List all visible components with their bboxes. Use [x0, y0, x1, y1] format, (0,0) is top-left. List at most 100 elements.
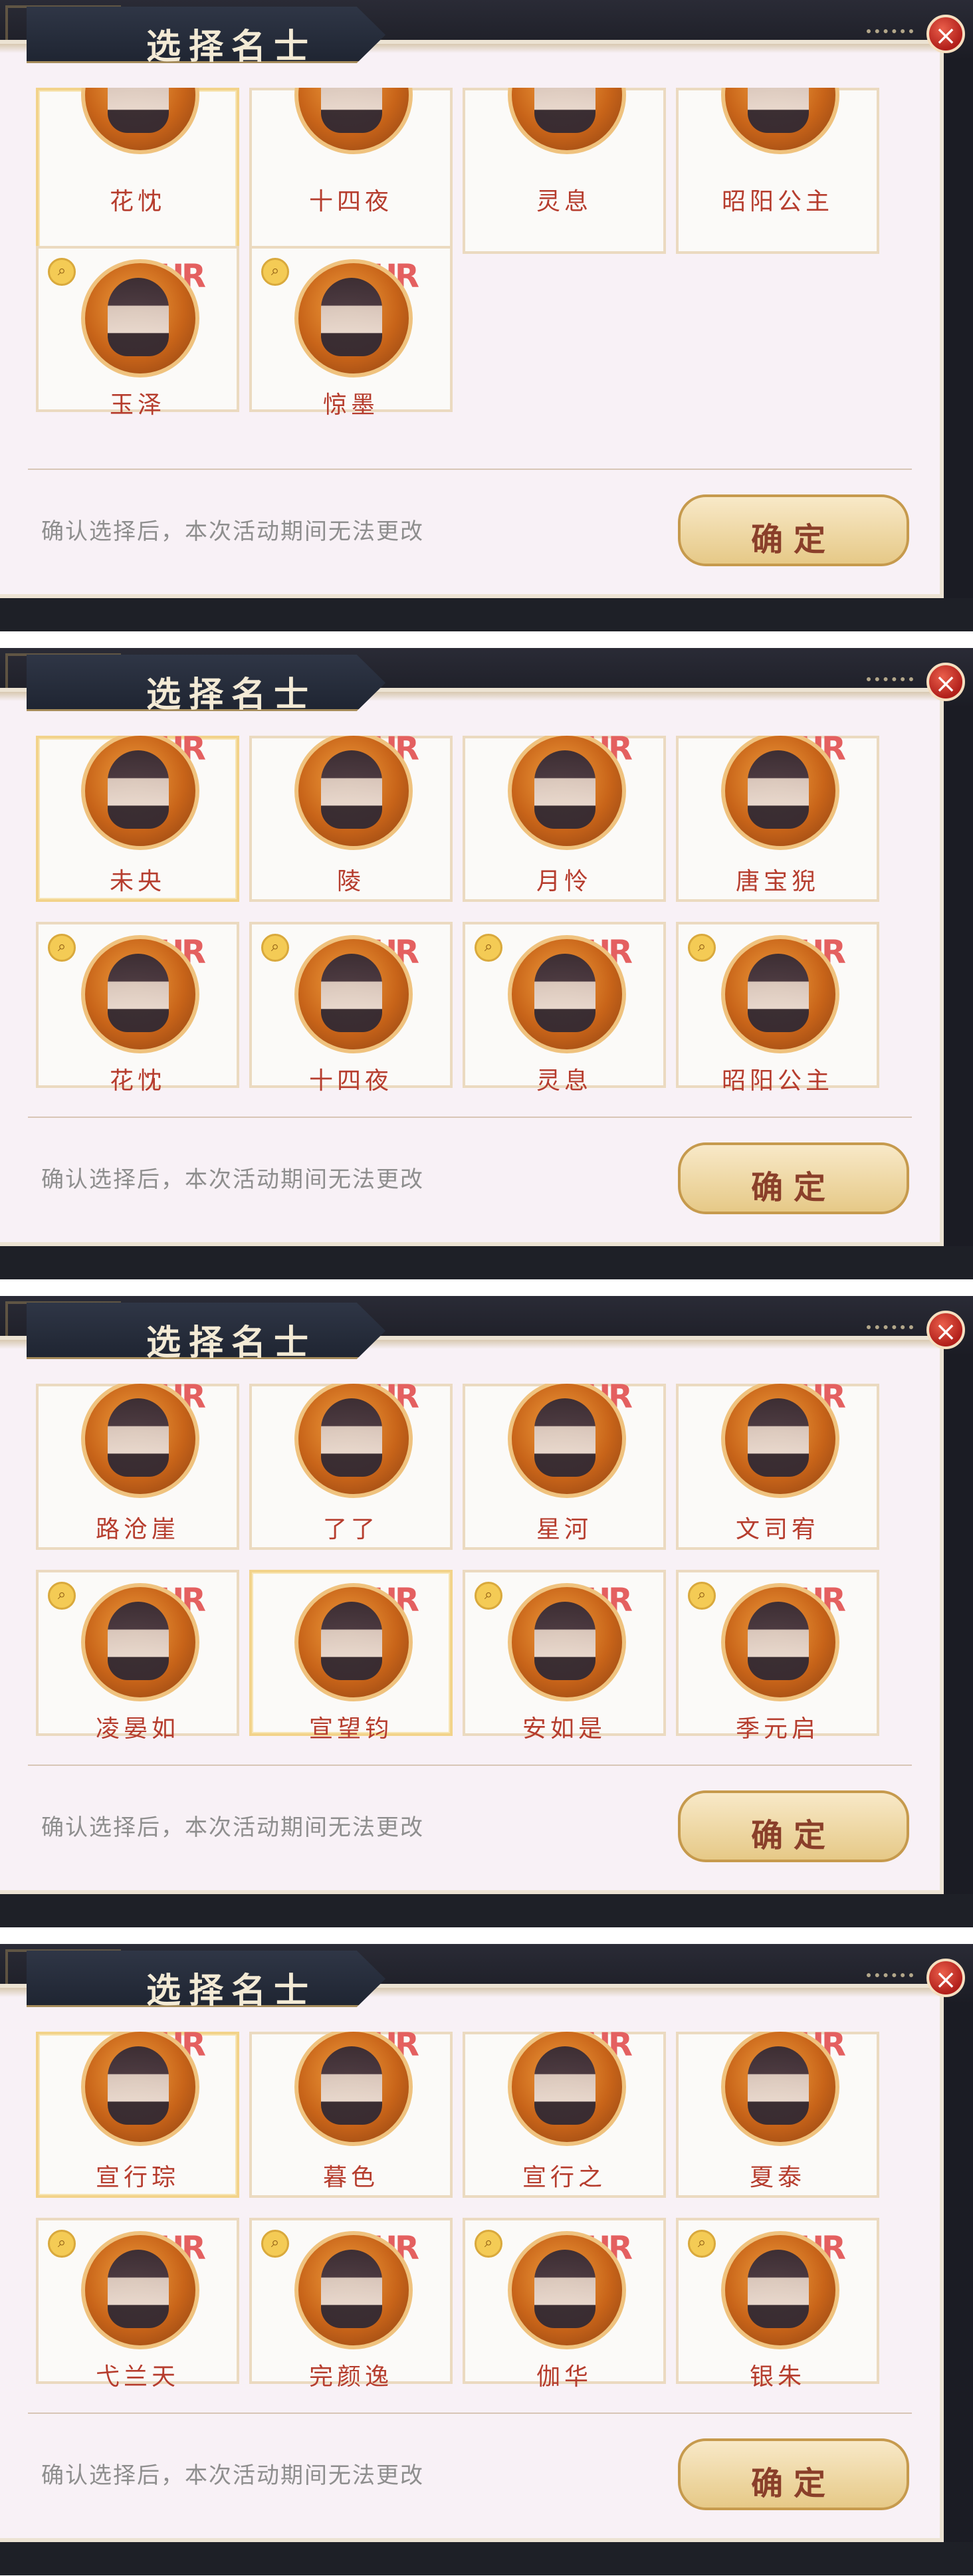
portrait-avatar — [294, 1384, 413, 1498]
notice-text: 确认选择后，本次活动期间无法更改 — [41, 2462, 424, 2489]
character-card[interactable]: UR 陵 — [249, 736, 453, 902]
character-name: 了了 — [322, 1516, 379, 1543]
character-card[interactable]: ⌕ UR 花忱 — [36, 922, 239, 1095]
character-card[interactable]: UR 未央 — [36, 736, 239, 902]
dotted-ornament — [867, 1325, 913, 1333]
character-card[interactable]: UR 暮色 — [249, 2032, 453, 2198]
screen-panel-1: 选择名士 × 花忱 十四夜 灵息 昭阳公主 ⌕ UR 玉泽 ⌕ UR — [0, 0, 973, 631]
character-card[interactable]: ⌕ UR 昭阳公主 — [676, 922, 879, 1095]
character-card[interactable]: UR 了了 — [249, 1384, 453, 1550]
portrait-avatar — [294, 935, 413, 1053]
character-name: 十四夜 — [308, 1067, 393, 1095]
divider-line — [28, 1765, 912, 1766]
character-card[interactable]: UR 宣行之 — [463, 2032, 666, 2198]
portrait-avatar — [294, 259, 413, 377]
character-name: 花忱 — [109, 188, 165, 215]
search-icon[interactable]: ⌕ — [48, 2230, 76, 2258]
character-name: 凌晏如 — [95, 1715, 179, 1743]
character-name: 花忱 — [109, 1067, 165, 1095]
character-card[interactable]: 灵息 — [463, 88, 666, 254]
character-card[interactable]: ⌕ UR 完颜逸 — [249, 2218, 453, 2391]
portrait-avatar — [294, 1583, 413, 1701]
search-icon[interactable]: ⌕ — [688, 1582, 716, 1610]
character-name: 灵息 — [536, 188, 592, 215]
confirm-label: 确定 — [750, 521, 836, 558]
search-icon[interactable]: ⌕ — [261, 2230, 289, 2258]
character-card[interactable]: 十四夜 — [249, 88, 453, 254]
character-name: 灵息 — [536, 1067, 592, 1095]
portrait-avatar — [81, 2032, 199, 2146]
divider-line — [28, 469, 912, 470]
portrait-avatar — [721, 2032, 839, 2146]
character-card[interactable]: ⌕ UR 银朱 — [676, 2218, 879, 2391]
character-card[interactable]: ⌕ UR 弋兰天 — [36, 2218, 239, 2391]
character-card[interactable]: ⌕ UR 伽华 — [463, 2218, 666, 2391]
portrait-avatar — [508, 2231, 626, 2349]
portrait-avatar — [81, 935, 199, 1053]
close-button[interactable]: × — [926, 663, 965, 701]
confirm-label: 确定 — [750, 1169, 836, 1206]
title-tab: 选择名士 — [27, 1951, 385, 2007]
search-icon[interactable]: ⌕ — [261, 258, 289, 286]
character-card[interactable]: UR 宣望钧 — [249, 1570, 453, 1743]
character-card[interactable]: 昭阳公主 — [676, 88, 879, 254]
portrait-avatar — [721, 1583, 839, 1701]
confirm-button[interactable]: 确定 — [678, 494, 909, 566]
portrait-avatar — [81, 2231, 199, 2349]
close-icon: × — [934, 1317, 957, 1347]
character-card[interactable]: UR 宣行琮 — [36, 2032, 239, 2198]
character-name: 玉泽 — [109, 391, 165, 419]
portrait-avatar — [721, 88, 839, 154]
portrait-avatar — [721, 736, 839, 850]
portrait-avatar — [294, 2231, 413, 2349]
character-card[interactable]: UR 文司宥 — [676, 1384, 879, 1550]
dialog-title: 选择名士 — [146, 675, 317, 715]
bottom-bar — [0, 1894, 973, 1927]
search-icon[interactable]: ⌕ — [475, 2230, 502, 2258]
confirm-button[interactable]: 确定 — [678, 1142, 909, 1214]
close-icon: × — [934, 1965, 957, 1995]
confirm-label: 确定 — [750, 2465, 836, 2502]
character-card[interactable]: UR 星河 — [463, 1384, 666, 1550]
character-card[interactable]: UR 唐宝猊 — [676, 736, 879, 902]
character-card[interactable]: ⌕ UR 十四夜 — [249, 922, 453, 1095]
dialog-title: 选择名士 — [146, 1323, 317, 1363]
search-icon[interactable]: ⌕ — [261, 934, 289, 962]
character-card[interactable]: ⌕ UR 凌晏如 — [36, 1570, 239, 1743]
confirm-button[interactable]: 确定 — [678, 1790, 909, 1862]
title-tab: 选择名士 — [27, 655, 385, 711]
close-button[interactable]: × — [926, 15, 965, 53]
character-card[interactable]: ⌕ UR 季元启 — [676, 1570, 879, 1743]
notice-text: 确认选择后，本次活动期间无法更改 — [41, 518, 424, 545]
character-card[interactable]: UR 夏泰 — [676, 2032, 879, 2198]
character-card[interactable]: ⌕ UR 灵息 — [463, 922, 666, 1095]
search-icon[interactable]: ⌕ — [688, 934, 716, 962]
portrait-avatar — [508, 935, 626, 1053]
close-button[interactable]: × — [926, 1959, 965, 1997]
close-icon: × — [934, 21, 957, 51]
dotted-ornament — [867, 29, 913, 37]
character-card[interactable]: UR 月怜 — [463, 736, 666, 902]
search-icon[interactable]: ⌕ — [48, 934, 76, 962]
search-icon[interactable]: ⌕ — [475, 1582, 502, 1610]
confirm-button[interactable]: 确定 — [678, 2438, 909, 2510]
search-icon[interactable]: ⌕ — [48, 1582, 76, 1610]
search-icon[interactable]: ⌕ — [48, 258, 76, 286]
character-name: 惊墨 — [322, 391, 379, 419]
bottom-bar — [0, 2542, 973, 2575]
character-card[interactable]: UR 路沧崖 — [36, 1384, 239, 1550]
close-button[interactable]: × — [926, 1311, 965, 1349]
character-card[interactable]: ⌕ UR 玉泽 — [36, 246, 239, 419]
portrait-avatar — [508, 1583, 626, 1701]
character-grid: 花忱 十四夜 灵息 昭阳公主 ⌕ UR 玉泽 ⌕ UR 惊墨 — [36, 88, 880, 460]
screen-panel-4: 选择名士 × UR 宣行琮 UR 暮色 UR 宣行之 UR 夏泰 ⌕ UR 弋兰… — [0, 1944, 973, 2575]
search-icon[interactable]: ⌕ — [475, 934, 502, 962]
dialog-title: 选择名士 — [146, 1971, 317, 2011]
character-name: 星河 — [536, 1516, 592, 1543]
character-card[interactable]: ⌕ UR 惊墨 — [249, 246, 453, 419]
character-card[interactable]: 花忱 — [36, 88, 239, 254]
divider-line — [28, 1117, 912, 1118]
search-icon[interactable]: ⌕ — [688, 2230, 716, 2258]
character-card[interactable]: ⌕ UR 安如是 — [463, 1570, 666, 1743]
portrait-avatar — [81, 259, 199, 377]
